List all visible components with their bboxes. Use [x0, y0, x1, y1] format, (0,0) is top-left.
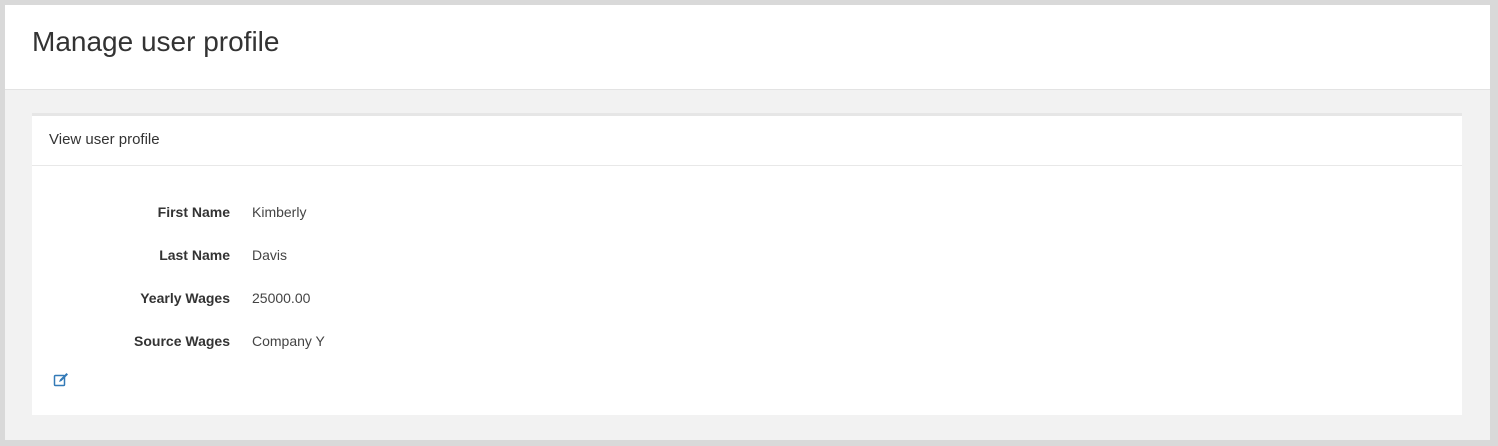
field-row-yearly-wages: Yearly Wages 25000.00: [32, 288, 1462, 308]
yearly-wages-label: Yearly Wages: [140, 290, 230, 306]
field-row-last-name: Last Name Davis: [32, 245, 1462, 265]
panel-title: View user profile: [49, 131, 160, 148]
panel-heading: View user profile: [32, 116, 1462, 166]
edit-icon: [53, 373, 68, 387]
last-name-value: Davis: [252, 247, 288, 263]
field-row-first-name: First Name Kimberly: [32, 202, 1462, 222]
first-name-value: Kimberly: [252, 204, 307, 220]
source-wages-value: Company Y: [252, 333, 325, 349]
edit-profile-button[interactable]: [53, 372, 71, 390]
last-name-label: Last Name: [159, 247, 230, 263]
first-name-label: First Name: [157, 204, 230, 220]
app-frame: Manage user profile View user profile Fi…: [5, 5, 1490, 440]
field-row-source-wages: Source Wages Company Y: [32, 331, 1462, 351]
user-profile-panel: View user profile First Name Kimberly La…: [32, 113, 1462, 415]
yearly-wages-value: 25000.00: [252, 290, 311, 306]
page-title: Manage user profile: [32, 26, 280, 57]
source-wages-label: Source Wages: [134, 333, 230, 349]
page-header: Manage user profile: [5, 5, 1490, 90]
